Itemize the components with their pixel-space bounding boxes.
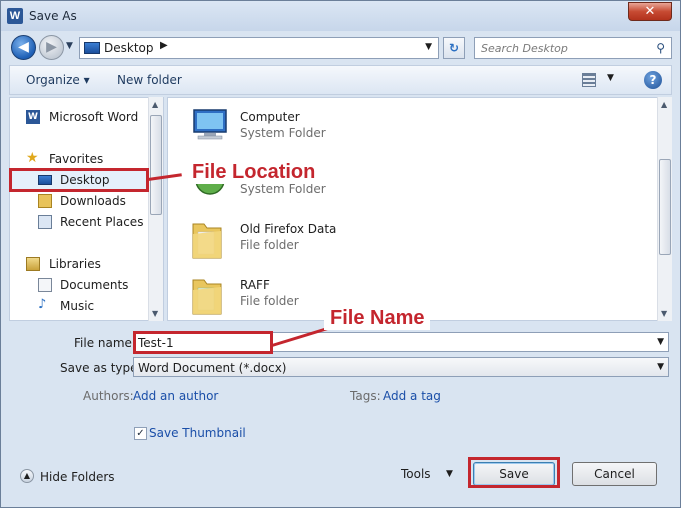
save-as-type-value[interactable]: Word Document (*.docx)	[138, 361, 286, 375]
address-bar[interactable]: Desktop ▶ ▼	[79, 37, 439, 59]
search-icon[interactable]: ⚲	[656, 41, 665, 55]
hide-folders-button[interactable]: Hide Folders	[40, 470, 115, 484]
sidebar-item-label: Microsoft Word	[49, 110, 139, 124]
view-dropdown-icon[interactable]: ▼	[607, 73, 614, 83]
add-tag-link[interactable]: Add a tag	[383, 389, 441, 403]
file-name-highlight	[133, 331, 273, 354]
add-author-link[interactable]: Add an author	[133, 389, 218, 403]
folder-icon	[192, 223, 222, 259]
recent-pages-dropdown[interactable]: ▼	[66, 41, 73, 51]
file-type: File folder	[240, 294, 299, 308]
address-text[interactable]: Desktop	[104, 41, 154, 55]
save-as-type-label: Save as type:	[60, 361, 142, 375]
scrollbar-thumb[interactable]	[659, 159, 671, 255]
scroll-down-icon[interactable]: ▼	[152, 309, 158, 318]
save-as-type-select[interactable]: Word Document (*.docx) ▼	[133, 357, 669, 377]
save-as-type-dropdown-icon[interactable]: ▼	[657, 362, 664, 372]
file-list: Computer System Folder System Folder Old…	[167, 97, 672, 321]
music-icon: ♪	[38, 297, 47, 312]
organize-button[interactable]: Organize ▾	[26, 73, 90, 87]
sidebar-item-label: Downloads	[60, 194, 126, 208]
save-as-dialog: W Save As ✕ ◀ ▶ ▼ Desktop ▶ ▼ ↻ Search D…	[0, 0, 681, 508]
sidebar-item-label: Recent Places	[60, 215, 144, 229]
recent-places-icon	[38, 215, 52, 229]
folder-icon	[192, 279, 222, 315]
sidebar-item-label: Music	[60, 299, 95, 313]
toolbar: Organize ▾ New folder ▼ ?	[9, 65, 672, 95]
close-button[interactable]: ✕	[628, 2, 672, 21]
tags-label: Tags:	[350, 389, 381, 403]
word-icon: W	[26, 110, 40, 124]
help-icon[interactable]: ?	[644, 71, 662, 89]
sidebar-item-label: Libraries	[49, 257, 101, 271]
save-button-highlight	[468, 457, 560, 488]
scroll-up-icon[interactable]: ▲	[152, 100, 158, 109]
file-location-highlight	[9, 168, 149, 192]
address-dropdown-icon[interactable]: ▼	[425, 42, 432, 52]
file-name: RAFF	[240, 278, 270, 292]
sidebar-item-label: Favorites	[49, 152, 104, 166]
refresh-button[interactable]: ↻	[443, 37, 465, 59]
file-type: System Folder	[240, 126, 326, 140]
change-view-icon[interactable]	[582, 73, 596, 87]
save-thumbnail-checkbox[interactable]: ✓	[134, 427, 147, 440]
navigation-scrollbar[interactable]: ▲ ▼	[148, 97, 163, 321]
file-name-callout: File Name	[324, 307, 431, 330]
new-folder-button[interactable]: New folder	[117, 73, 182, 87]
navigation-pane: W Microsoft Word ★ Favorites Desktop Dow…	[9, 97, 164, 321]
tools-button[interactable]: Tools	[401, 467, 431, 481]
scroll-down-icon[interactable]: ▼	[661, 309, 667, 318]
window-title: Save As	[29, 9, 77, 23]
forward-button[interactable]: ▶	[39, 35, 64, 60]
downloads-icon	[38, 194, 52, 208]
file-location-callout: File Location	[186, 161, 322, 184]
file-list-scrollbar[interactable]: ▲ ▼	[657, 97, 672, 321]
documents-icon	[38, 278, 52, 292]
address-row: ◀ ▶ ▼ Desktop ▶ ▼ ↻ Search Desktop ⚲	[1, 31, 680, 63]
star-icon: ★	[26, 150, 39, 166]
word-app-icon: W	[7, 8, 23, 24]
desktop-icon	[84, 42, 100, 54]
libraries-icon	[26, 257, 40, 271]
scrollbar-thumb[interactable]	[150, 115, 162, 215]
search-input[interactable]: Search Desktop ⚲	[474, 37, 672, 59]
list-item[interactable]: Computer System Folder	[168, 102, 648, 156]
address-separator-icon[interactable]: ▶	[160, 40, 168, 51]
back-button[interactable]: ◀	[11, 35, 36, 60]
computer-icon	[193, 109, 227, 140]
save-thumbnail-label[interactable]: Save Thumbnail	[149, 426, 246, 440]
file-type: System Folder	[240, 182, 326, 196]
file-type: File folder	[240, 238, 299, 252]
hide-folders-icon[interactable]: ▲	[20, 469, 34, 483]
tools-dropdown-icon[interactable]: ▼	[446, 469, 453, 479]
scroll-up-icon[interactable]: ▲	[661, 100, 667, 109]
list-item[interactable]: Old Firefox Data File folder	[168, 214, 648, 268]
file-name: Old Firefox Data	[240, 222, 337, 236]
search-placeholder: Search Desktop	[481, 42, 568, 55]
file-name-label: File name:	[74, 336, 136, 350]
title-bar[interactable]: W Save As ✕	[1, 1, 680, 31]
sidebar-item-label: Documents	[60, 278, 129, 292]
file-name: Computer	[240, 110, 300, 124]
cancel-button[interactable]: Cancel	[572, 462, 657, 486]
authors-label: Authors:	[83, 389, 134, 403]
file-name-dropdown-icon[interactable]: ▼	[657, 337, 664, 347]
